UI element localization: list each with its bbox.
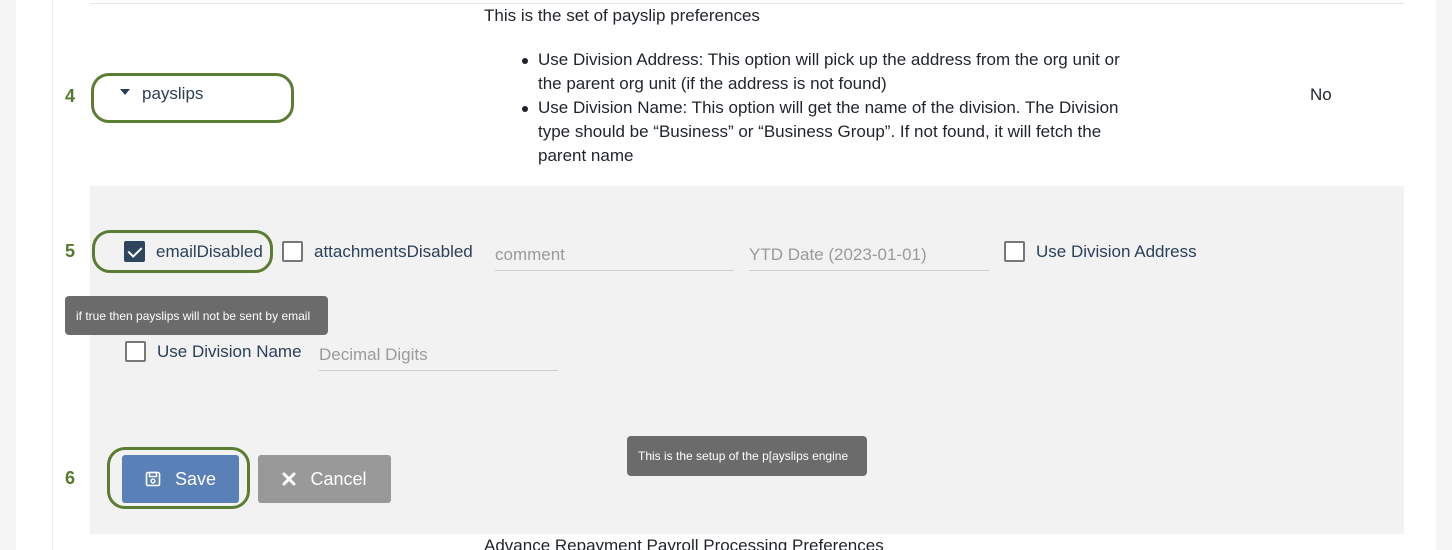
save-button-label: Save [174, 468, 217, 489]
checkbox-checked-icon[interactable] [124, 241, 145, 262]
use-division-name-checkbox[interactable]: Use Division Name [125, 341, 302, 362]
payslips-description-list: Use Division Address: This option will p… [522, 48, 1148, 168]
next-section-title: Advance Repayment Payroll Processing Pre… [484, 536, 884, 550]
step-number-5: 5 [64, 241, 75, 261]
step-number-6: 6 [64, 468, 75, 488]
decimal-digits-field[interactable] [319, 339, 558, 371]
attachments-disabled-label: attachmentsDisabled [314, 241, 473, 261]
checkbox-unchecked-icon[interactable] [1004, 241, 1025, 262]
cancel-button[interactable]: Cancel [258, 455, 391, 503]
email-disabled-tooltip: if true then payslips will not be sent b… [65, 296, 328, 335]
floppy-disk-icon [145, 471, 161, 487]
save-button[interactable]: Save [122, 455, 239, 503]
payslips-value: No [1310, 85, 1332, 104]
engine-tooltip: This is the setup of the p[ayslips engin… [627, 436, 867, 476]
email-disabled-checkbox[interactable]: emailDisabled [124, 241, 263, 262]
use-division-address-checkbox[interactable]: Use Division Address [1004, 241, 1197, 262]
checkbox-unchecked-icon[interactable] [125, 341, 146, 362]
payslips-description-title: This is the set of payslip preferences [484, 6, 760, 25]
email-disabled-label: emailDisabled [156, 241, 263, 261]
use-division-address-label: Use Division Address [1036, 241, 1197, 261]
content-left-border [52, 0, 53, 550]
cancel-button-label: Cancel [310, 468, 367, 489]
comment-field[interactable] [495, 239, 734, 271]
payslips-expand-toggle[interactable]: payslips [120, 84, 203, 104]
use-division-name-label: Use Division Name [157, 341, 302, 361]
close-icon [282, 472, 296, 486]
row-divider [90, 3, 1404, 4]
payslips-label: payslips [142, 84, 204, 103]
description-item-division-address: Use Division Address: This option will p… [522, 48, 1148, 96]
step-number-4: 4 [64, 86, 75, 106]
attachments-disabled-checkbox[interactable]: attachmentsDisabled [282, 241, 473, 262]
description-item-division-name: Use Division Name: This option will get … [522, 96, 1148, 168]
caret-down-icon [120, 89, 130, 95]
checkbox-unchecked-icon[interactable] [282, 241, 303, 262]
ytd-date-field[interactable] [749, 239, 989, 271]
